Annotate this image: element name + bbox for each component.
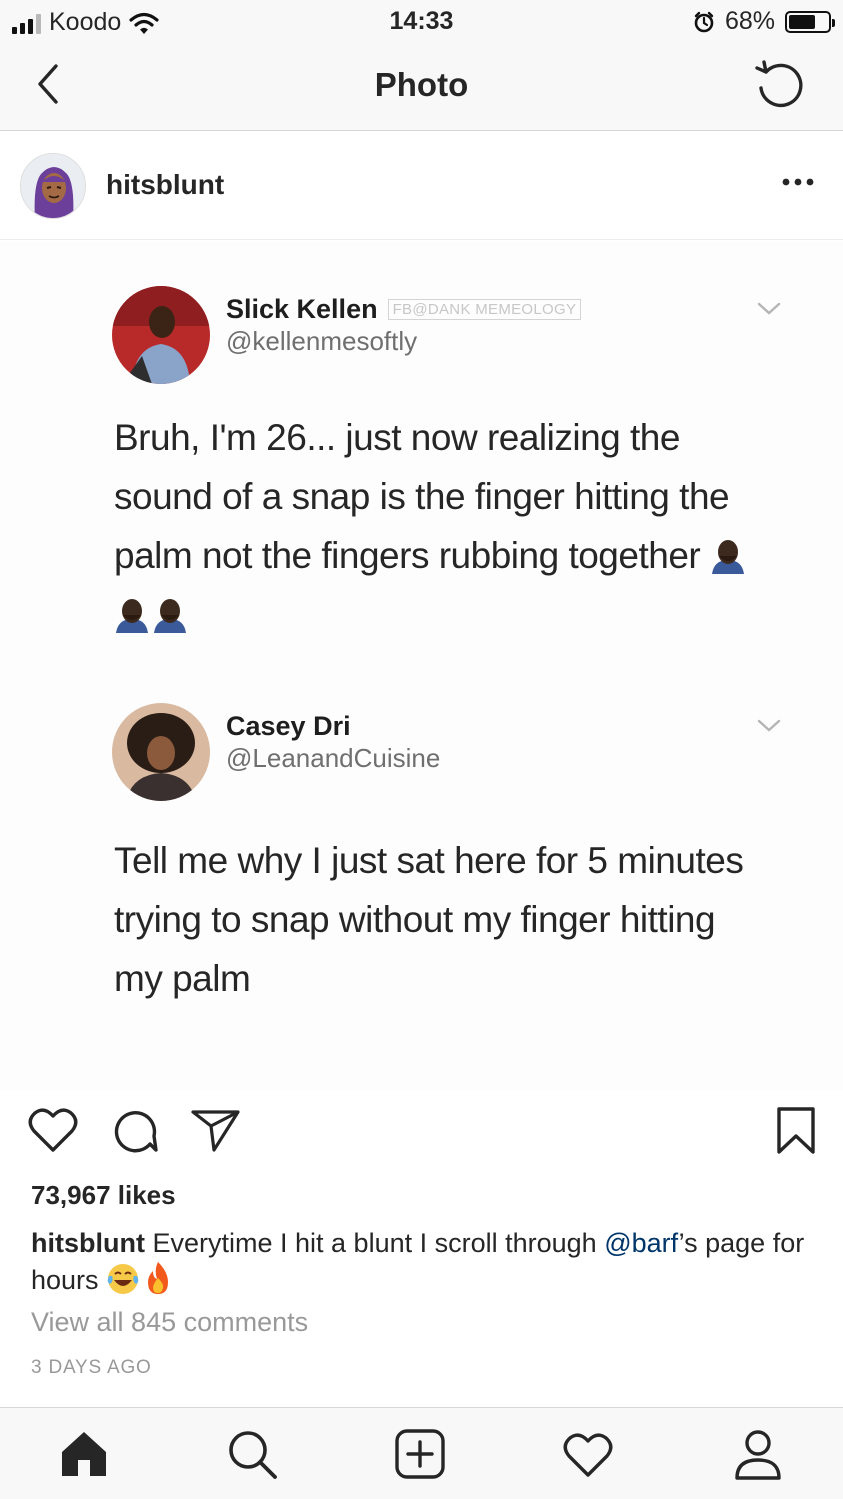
tweet-text-body: Bruh, I'm 26... just now realizing the s… (114, 417, 730, 576)
post-actions (0, 1100, 843, 1170)
caption-username[interactable]: hitsblunt (31, 1228, 145, 1258)
post-image[interactable]: Slick Kellen FB@DANK MEMEOLOGY @kellenmes… (0, 241, 843, 1090)
bookmark-icon[interactable] (775, 1106, 817, 1156)
facepalm-emoji (154, 599, 186, 633)
tweet-text: Tell me why I just sat here for 5 minute… (114, 840, 744, 999)
post-timestamp: 3 DAYS AGO (31, 1357, 152, 1378)
status-bar: Koodo 14:33 68% (0, 0, 843, 44)
fire-emoji (148, 1262, 169, 1294)
chevron-down-icon (757, 302, 781, 315)
share-icon[interactable] (190, 1106, 242, 1154)
tweet-avatar-image (112, 703, 210, 801)
tweet-author-handle: @kellenmesoftly (226, 326, 418, 356)
tweet-card: Slick Kellen FB@DANK MEMEOLOGY @kellenmes… (112, 286, 792, 646)
ellipsis-icon[interactable] (781, 175, 815, 189)
profile-icon[interactable] (730, 1426, 786, 1482)
tweet-author-name: Slick Kellen FB@DANK MEMEOLOGY (226, 294, 582, 325)
caption-text: Everytime I hit a blunt I scroll through (144, 1228, 605, 1258)
facepalm-emoji (116, 599, 148, 633)
tweet-author-name: Casey Dri (226, 711, 351, 741)
search-icon[interactable] (224, 1426, 280, 1482)
tweet-avatar-image (112, 286, 210, 384)
post-header: hitsblunt (0, 131, 843, 240)
tweet-author-handle: @LeanandCuisine (226, 743, 441, 773)
battery-percent: 68% (724, 7, 775, 35)
alarm-icon (694, 11, 714, 32)
heart-icon[interactable] (28, 1106, 78, 1154)
post-username[interactable]: hitsblunt (106, 169, 224, 201)
battery-icon (785, 10, 835, 33)
add-post-icon[interactable] (392, 1426, 448, 1482)
laughing-tears-emoji (107, 1264, 139, 1294)
tweet-avatar (112, 286, 210, 384)
tweet-avatar (112, 703, 210, 801)
battery-tip (832, 18, 835, 27)
nav-bar: Photo (0, 44, 843, 131)
avatar-image (21, 154, 85, 218)
tab-bar (0, 1407, 843, 1499)
watermark-text: FB@DANK MEMEOLOGY (387, 299, 582, 320)
post-caption: hitsblunt Everytime I hit a blunt I scro… (31, 1227, 811, 1297)
chevron-down-icon (757, 719, 781, 732)
refresh-icon[interactable] (753, 58, 805, 110)
tweet-author-label: Slick Kellen (226, 294, 378, 324)
likes-count[interactable]: 73,967 likes (31, 1180, 176, 1211)
activity-heart-icon[interactable] (560, 1426, 616, 1482)
battery-fill (789, 14, 815, 29)
caption-mention[interactable]: @barf (604, 1228, 678, 1258)
status-right: 68% (693, 7, 835, 36)
facepalm-emoji (712, 540, 744, 574)
view-comments-link[interactable]: View all 845 comments (31, 1307, 308, 1338)
comment-icon[interactable] (110, 1106, 158, 1154)
avatar[interactable] (20, 153, 86, 219)
tweet-text: Bruh, I'm 26... just now realizing the s… (114, 408, 754, 644)
home-icon[interactable] (56, 1426, 112, 1482)
page-title: Photo (374, 66, 469, 103)
tweet-card: Casey Dri @LeanandCuisine Tell me why I … (112, 703, 792, 1023)
